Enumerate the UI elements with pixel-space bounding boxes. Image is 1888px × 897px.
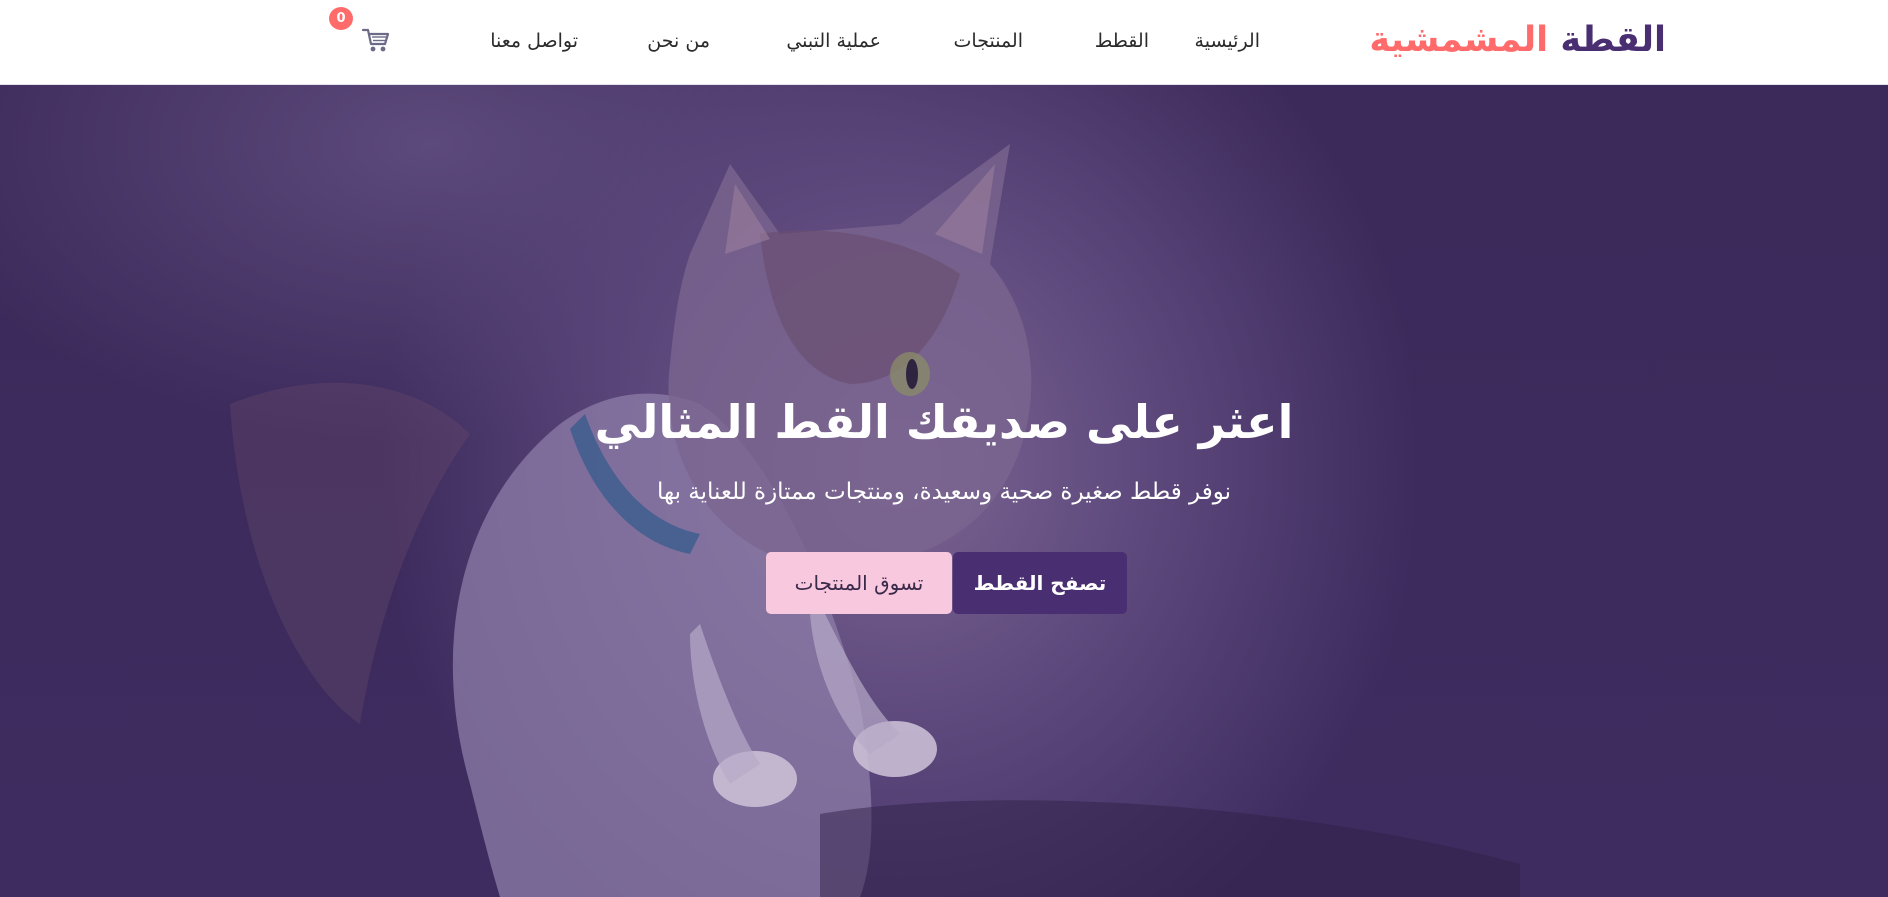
nav-item-contact[interactable]: تواصل معنا: [490, 26, 578, 56]
nav-item-home[interactable]: الرئيسية: [1195, 26, 1260, 56]
cart-icon: [361, 28, 390, 52]
hero-subtitle: نوفر قطط صغيرة صحية وسعيدة، ومنتجات ممتا…: [656, 479, 1231, 505]
cart-count-badge: 0: [329, 7, 353, 30]
hero-title: اعثر على صديقك القط المثالي: [594, 395, 1294, 449]
brand-logo[interactable]: القطة المشمشية: [1369, 16, 1666, 64]
nav-item-adoption[interactable]: عملية التبني: [786, 26, 881, 56]
brand-part-2: المشمشية: [1369, 20, 1549, 60]
brand-part-1: القطة: [1560, 20, 1666, 60]
hero-section: اعثر على صديقك القط المثالي نوفر قطط صغي…: [0, 84, 1888, 897]
navbar: القطة المشمشية الرئيسية القطط المنتجات ع…: [0, 0, 1888, 85]
shop-products-button[interactable]: تسوق المنتجات: [766, 552, 952, 614]
nav-item-about[interactable]: من نحن: [647, 26, 710, 56]
nav-item-cats[interactable]: القطط: [1095, 26, 1149, 56]
browse-cats-button[interactable]: تصفح القطط: [953, 552, 1127, 614]
nav-item-products[interactable]: المنتجات: [954, 26, 1023, 56]
cart-button[interactable]: [361, 26, 391, 54]
